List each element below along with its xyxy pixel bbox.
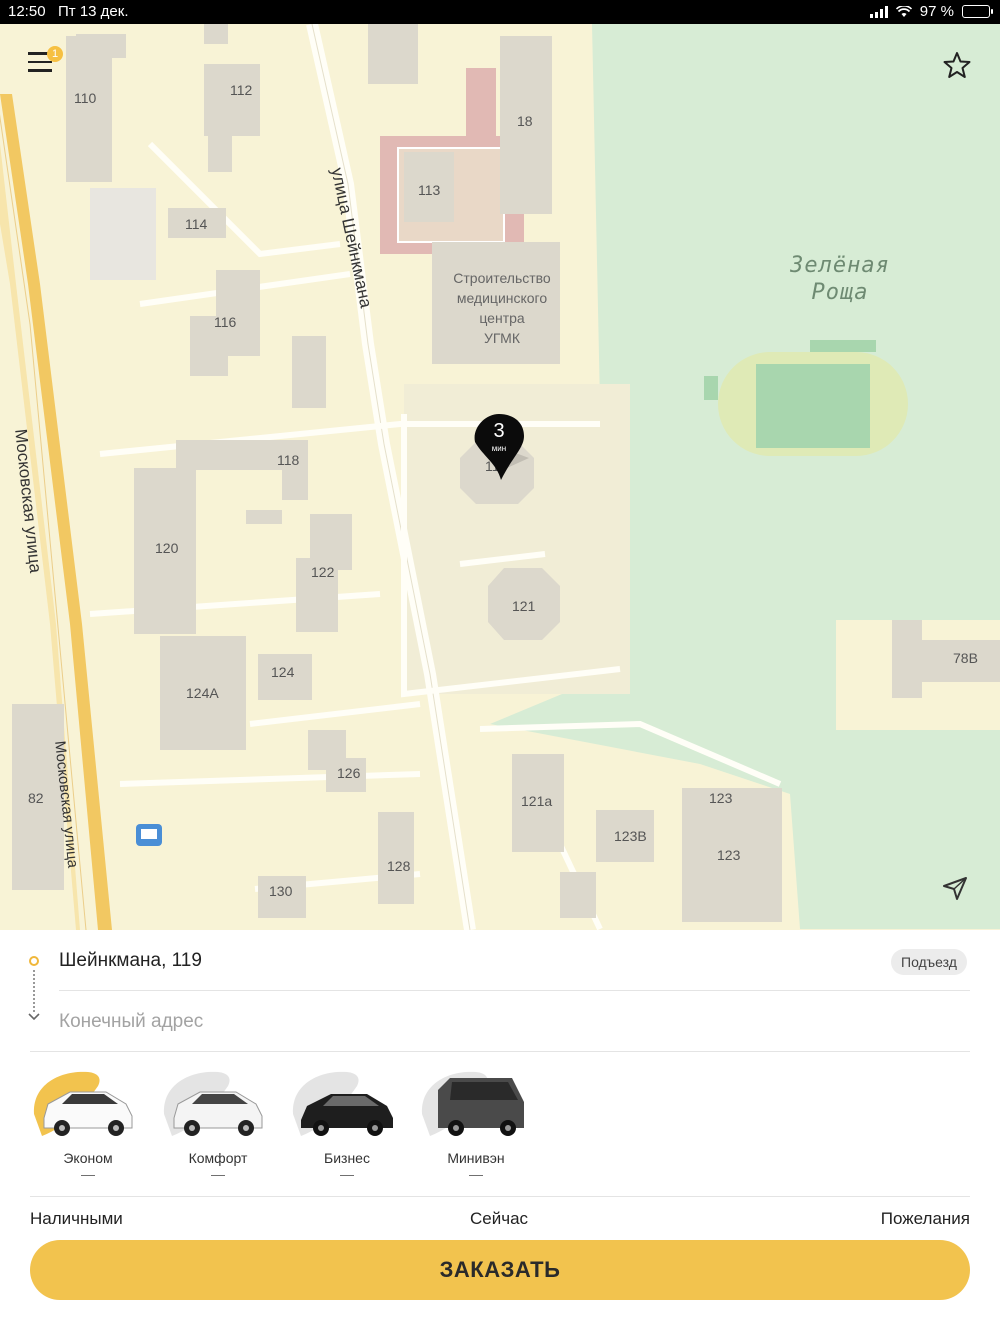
menu-button[interactable]: 1 xyxy=(28,46,63,80)
divider xyxy=(30,1196,970,1197)
car-economy-icon xyxy=(33,1071,133,1136)
tariff-name: Эконом xyxy=(63,1150,113,1166)
construction-site-label: Строительство медицинского центра УГМК xyxy=(453,270,551,346)
tariff-name: Минивэн xyxy=(447,1150,505,1166)
signal-icon xyxy=(869,5,888,18)
car-minivan-icon xyxy=(421,1071,524,1136)
battery-percent: 97 % xyxy=(919,3,954,20)
tariff-price: — xyxy=(81,1166,95,1182)
house-number: 112 xyxy=(230,82,253,98)
tariff-list: Эконом — Комфорт — Бизнес — Минивэн — xyxy=(28,1062,648,1186)
map[interactable]: улица Шейнкмана Московская улица Московс… xyxy=(0,24,1000,930)
order-time-button[interactable]: Сейчас xyxy=(470,1209,528,1229)
house-number: 126 xyxy=(337,765,361,781)
house-number: 124A xyxy=(186,685,219,701)
house-number: 130 xyxy=(269,883,293,899)
house-number: 120 xyxy=(155,540,179,556)
status-right: 97 % xyxy=(869,3,993,20)
tariff-comfort[interactable]: Комфорт — xyxy=(158,1062,278,1186)
house-number: 121a xyxy=(521,793,553,809)
car-comfort-icon xyxy=(163,1071,263,1136)
car-business-icon xyxy=(292,1071,393,1136)
chevron-down-icon xyxy=(28,1013,40,1021)
house-number: 128 xyxy=(387,858,411,874)
wifi-icon xyxy=(895,5,912,17)
house-number: 123 xyxy=(709,790,733,806)
destination-input[interactable]: Конечный адрес xyxy=(59,1011,203,1033)
house-number: 118 xyxy=(277,452,300,468)
tariff-name: Комфорт xyxy=(188,1150,248,1166)
notification-badge: 1 xyxy=(47,46,63,62)
house-number: 114 xyxy=(185,216,208,232)
house-number: 121 xyxy=(512,598,536,614)
locate-me-icon[interactable] xyxy=(940,872,972,904)
route-start-dot-icon xyxy=(29,956,39,966)
order-sheet: Шейнкмана, 119 Подъезд Конечный адрес Эк… xyxy=(0,930,1000,1334)
battery-icon xyxy=(962,5,993,18)
house-number: 123В xyxy=(614,828,647,844)
tariff-price: — xyxy=(340,1166,354,1182)
favorite-star-icon[interactable] xyxy=(942,50,972,80)
payment-method-button[interactable]: Наличными xyxy=(30,1209,123,1229)
pin-eta-unit: мин xyxy=(491,444,507,453)
house-number: 122 xyxy=(311,564,335,580)
tariff-economy[interactable]: Эконом — xyxy=(28,1062,148,1186)
status-bar: 12:50 Пт 13 дек. 97 % xyxy=(0,0,1000,24)
house-number: 124 xyxy=(271,664,295,680)
tariff-price: — xyxy=(211,1166,225,1182)
divider xyxy=(30,1051,970,1052)
route-line xyxy=(33,970,35,1012)
order-button[interactable]: ЗАКАЗАТЬ xyxy=(30,1240,970,1300)
divider xyxy=(59,990,970,991)
tariff-price: — xyxy=(469,1166,483,1182)
house-number: 18 xyxy=(517,113,533,129)
house-number: 113 xyxy=(418,182,441,198)
status-date: Пт 13 дек. xyxy=(58,3,129,20)
entrance-button[interactable]: Подъезд xyxy=(891,949,967,975)
wishes-button[interactable]: Пожелания xyxy=(881,1209,970,1229)
house-number: 110 xyxy=(74,90,97,106)
house-number: 82 xyxy=(28,790,44,806)
pickup-pin[interactable]: 3 мин xyxy=(473,412,529,482)
park-name: Зелёная Роща xyxy=(790,253,890,305)
pin-eta-value: 3 xyxy=(493,420,505,442)
house-number: 116 xyxy=(214,314,237,330)
house-number: 78В xyxy=(953,650,978,666)
house-number: 123 xyxy=(717,847,741,863)
status-time: 12:50 xyxy=(8,3,46,20)
tariff-minivan[interactable]: Минивэн — xyxy=(416,1062,536,1186)
tariff-name: Бизнес xyxy=(324,1150,370,1166)
tariff-business[interactable]: Бизнес — xyxy=(287,1062,407,1186)
pickup-address[interactable]: Шейнкмана, 119 xyxy=(59,950,202,972)
